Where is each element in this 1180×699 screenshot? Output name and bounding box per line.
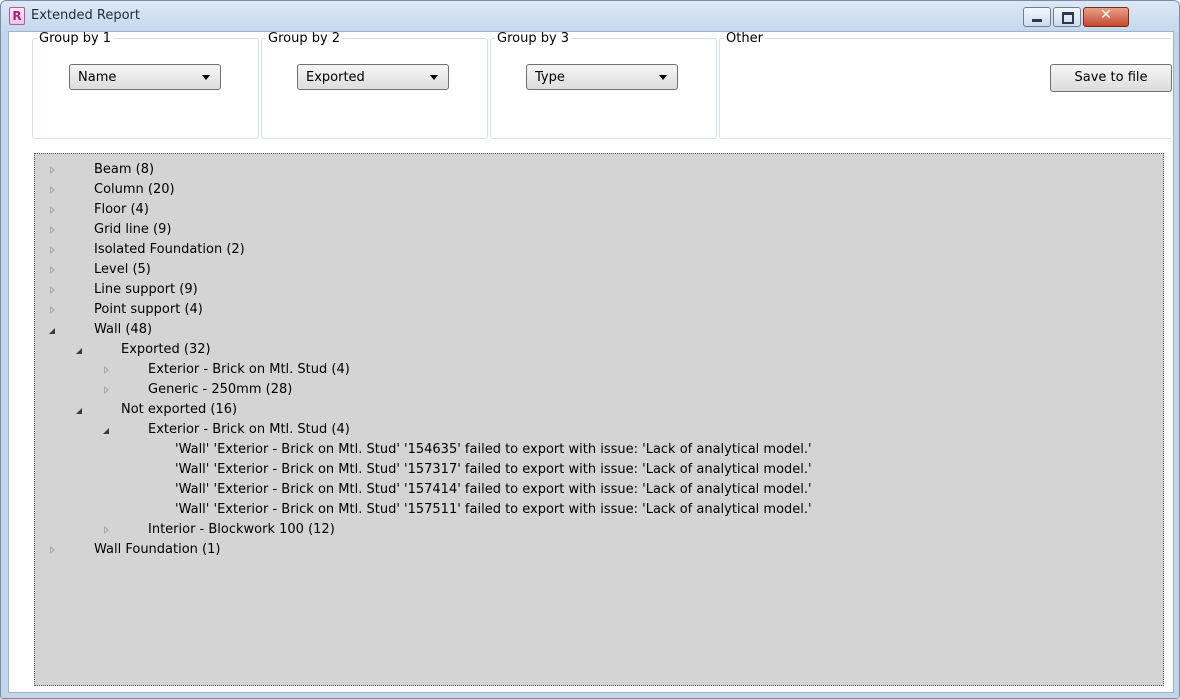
expand-triangle-icon[interactable] — [104, 386, 109, 394]
report-tree[interactable]: Beam (8) Column (20) Floor (4) Grid line (9… — [34, 153, 1164, 686]
collapse-triangle-icon[interactable] — [49, 328, 55, 334]
minimize-icon — [1032, 19, 1042, 22]
expand-triangle-icon[interactable] — [50, 286, 55, 294]
tree-node-label: Floor (4) — [94, 202, 149, 217]
tree-node-label: Exported (32) — [121, 342, 211, 357]
tree-node-label: Wall (48) — [94, 322, 153, 337]
tree-node-label: Exterior - Brick on Mtl. Stud (4) — [148, 362, 350, 377]
expand-triangle-icon[interactable] — [50, 246, 55, 254]
collapse-triangle-icon[interactable] — [103, 428, 109, 434]
maximize-icon — [1062, 12, 1074, 24]
expand-triangle-icon[interactable] — [104, 366, 109, 374]
revit-app-icon: R — [9, 7, 25, 25]
expand-triangle-icon[interactable] — [50, 546, 55, 554]
tree-node-label: Exterior - Brick on Mtl. Stud (4) — [148, 422, 350, 437]
expand-triangle-icon[interactable] — [50, 166, 55, 174]
group-by-3-legend: Group by 3 — [497, 31, 570, 46]
extended-report-window: R Extended Report ✕ Group by 1 Name Grou… — [0, 0, 1180, 699]
chevron-down-icon — [202, 75, 210, 80]
close-button[interactable]: ✕ — [1083, 7, 1129, 27]
tree-node-label: Point support (4) — [94, 302, 203, 317]
group-by-3-select[interactable]: Type — [526, 64, 678, 90]
expand-triangle-icon[interactable] — [50, 306, 55, 314]
tree-node-label: Beam (8) — [94, 162, 155, 177]
collapse-triangle-icon[interactable] — [76, 408, 82, 414]
tree-node-label: 'Wall' 'Exterior - Brick on Mtl. Stud' '… — [175, 482, 812, 497]
collapse-triangle-icon[interactable] — [76, 348, 82, 354]
tree-node-label: Isolated Foundation (2) — [94, 242, 245, 257]
group-by-1-value: Name — [78, 70, 117, 85]
tree-node-label: Wall Foundation (1) — [94, 542, 221, 557]
group-by-1-select[interactable]: Name — [69, 64, 221, 90]
tree-node-label: Interior - Blockwork 100 (12) — [148, 522, 335, 537]
expand-triangle-icon[interactable] — [50, 266, 55, 274]
tree-node-label: Line support (9) — [94, 282, 198, 297]
tree-node-label: Generic - 250mm (28) — [148, 382, 293, 397]
expand-triangle-icon[interactable] — [104, 526, 109, 534]
chevron-down-icon — [659, 75, 667, 80]
expand-triangle-icon[interactable] — [50, 226, 55, 234]
save-to-file-button[interactable]: Save to file — [1050, 64, 1172, 92]
tree-node-label: 'Wall' 'Exterior - Brick on Mtl. Stud' '… — [175, 442, 812, 457]
close-icon: ✕ — [1100, 7, 1112, 23]
expand-triangle-icon[interactable] — [50, 186, 55, 194]
minimize-button[interactable] — [1023, 7, 1051, 27]
tree-node-label: Not exported (16) — [121, 402, 238, 417]
group-by-2-select[interactable]: Exported — [297, 64, 449, 90]
tree-node-label: 'Wall' 'Exterior - Brick on Mtl. Stud' '… — [175, 502, 812, 517]
group-by-2-value: Exported — [306, 70, 365, 85]
group-by-3-value: Type — [535, 70, 565, 85]
group-by-1-legend: Group by 1 — [39, 31, 112, 46]
group-by-2-legend: Group by 2 — [268, 31, 341, 46]
tree-node-label: 'Wall' 'Exterior - Brick on Mtl. Stud' '… — [175, 462, 812, 477]
tree-node-label: Column (20) — [94, 182, 175, 197]
chevron-down-icon — [430, 75, 438, 80]
other-legend: Other — [726, 31, 763, 46]
tree-node-label: Grid line (9) — [94, 222, 172, 237]
tree-node-label: Level (5) — [94, 262, 151, 277]
maximize-button[interactable] — [1053, 7, 1081, 27]
window-title: Extended Report — [31, 8, 140, 23]
client-area: Group by 1 Name Group by 2 Exported Grou… — [8, 31, 1174, 693]
expand-triangle-icon[interactable] — [50, 206, 55, 214]
title-bar[interactable]: R Extended Report ✕ — [1, 1, 1179, 31]
